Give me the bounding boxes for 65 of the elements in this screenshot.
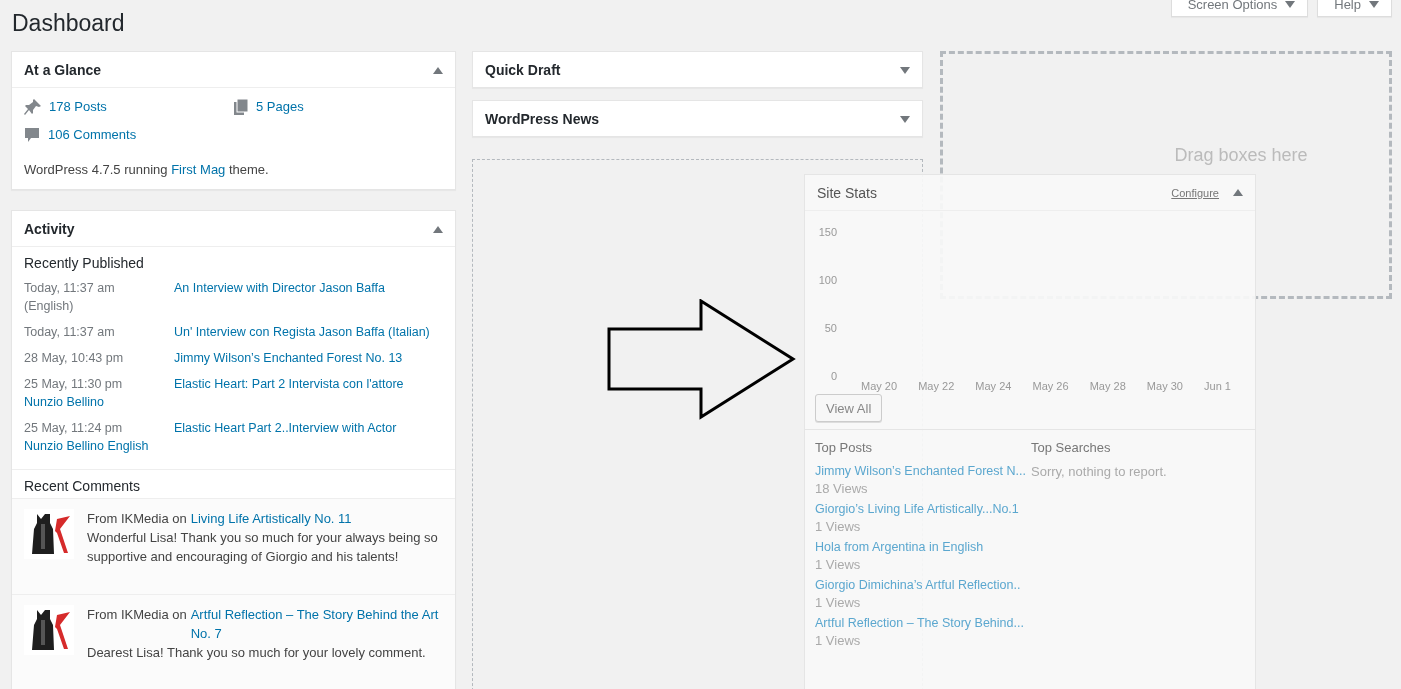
view-count: 1 Views (815, 595, 862, 610)
axis-tick-label: May 24 (975, 380, 1012, 392)
caret-icon (1369, 1, 1379, 8)
comment-author: From IKMedia on (87, 606, 187, 624)
post-date: 25 May, 11:24 pm (24, 420, 124, 437)
panel-title: WordPress News (485, 110, 600, 127)
post-date: 25 May, 11:30 pm (24, 376, 124, 393)
view-count: 1 Views (815, 557, 862, 572)
post-date: Today, 11:37 am (24, 324, 116, 341)
column-heading: Top Posts (815, 440, 874, 455)
speech-bubble-icon (24, 127, 40, 142)
axis-tick-label: 50 (824, 322, 837, 334)
language-note: (English) (24, 299, 74, 313)
panel-title: Activity (24, 220, 75, 237)
page-title: Dashboard (12, 10, 125, 37)
axis-tick-label: 150 (818, 226, 837, 238)
post-link[interactable]: Artful Reflection – The Story Behind the Art No. 7 (190, 605, 443, 643)
count-link[interactable]: 178 Posts (49, 99, 107, 114)
pushpin-icon (24, 98, 41, 115)
comment-author: From IKMedia on (87, 510, 187, 528)
section-heading: Recently Published (23, 254, 145, 273)
caret-icon (1285, 1, 1296, 8)
empty-message: Sorry, nothing to report. (1031, 464, 1168, 479)
section-heading: Recent Comments (23, 477, 141, 496)
post-link[interactable]: Living Life Artistically No. 11 (190, 509, 352, 528)
axis-tick-label: 100 (818, 274, 837, 286)
expand-caret-icon[interactable] (900, 67, 910, 74)
count-link[interactable]: 106 Comments (48, 127, 137, 142)
collapse-caret-icon[interactable] (1233, 189, 1243, 196)
dropdown-tab[interactable]: Screen Options (1170, 0, 1309, 17)
post-link[interactable]: Jimmy Wilson’s Enchanted Forest No. 13 (174, 349, 443, 367)
view-count: 18 Views (815, 481, 869, 496)
axis-tick-label: May 20 (861, 380, 898, 392)
axis-tick-label: May 26 (1032, 380, 1069, 392)
collapse-caret-icon[interactable] (433, 67, 443, 74)
axis-tick-label: May 28 (1089, 380, 1126, 392)
post-link[interactable]: Elastic Heart Part 2..Interview with Actor (174, 419, 443, 437)
axis-tick-label: Jun 1 (1204, 380, 1231, 392)
panel-title: At a Glance (24, 61, 102, 78)
expand-caret-icon[interactable] (900, 116, 910, 123)
axis-tick-label: May 30 (1146, 380, 1183, 392)
column-heading: Top Searches (1031, 440, 1112, 455)
post-date: Today, 11:37 am (24, 280, 116, 297)
post-link[interactable]: Un' Interview con Regista Jason Baffa (Italian) (174, 323, 443, 341)
axis-tick-label: May 22 (918, 380, 955, 392)
post-link[interactable]: An Interview with Director Jason Baffa (174, 279, 443, 297)
comment-text: Wonderful Lisa! Thank you so much for your always being so supportive and encouraging of Giorgio and his talents! (87, 529, 439, 566)
theme-link[interactable]: First Mag (171, 162, 226, 177)
collapse-caret-icon[interactable] (433, 226, 443, 233)
view-count: 1 Views (815, 519, 862, 534)
axis-tick-label: 0 (830, 370, 837, 381)
post-link[interactable]: Elastic Heart: Part 2 Intervista con l'attore (174, 375, 443, 393)
dropdown-tab[interactable]: Help (1317, 0, 1392, 17)
count-link[interactable]: 5 Pages (256, 99, 304, 114)
post-date: 28 May, 10:43 pm (24, 350, 125, 367)
post-link[interactable]: Nunzio Bellino (24, 395, 104, 409)
comment-text: Dearest Lisa! Thank you so much for your lovely comment. (87, 644, 427, 662)
panel-title: Site Stats (817, 184, 878, 201)
view-all-button[interactable]: View All (815, 394, 883, 422)
post-link[interactable]: Nunzio Bellino English (24, 439, 149, 453)
pages-icon (234, 98, 248, 115)
panel-title: Quick Draft (485, 61, 561, 78)
version-text: WordPress 4.7.5 running First Mag theme. (23, 161, 270, 179)
view-count: 1 Views (815, 633, 862, 648)
configure-link[interactable]: Configure (1171, 186, 1219, 199)
